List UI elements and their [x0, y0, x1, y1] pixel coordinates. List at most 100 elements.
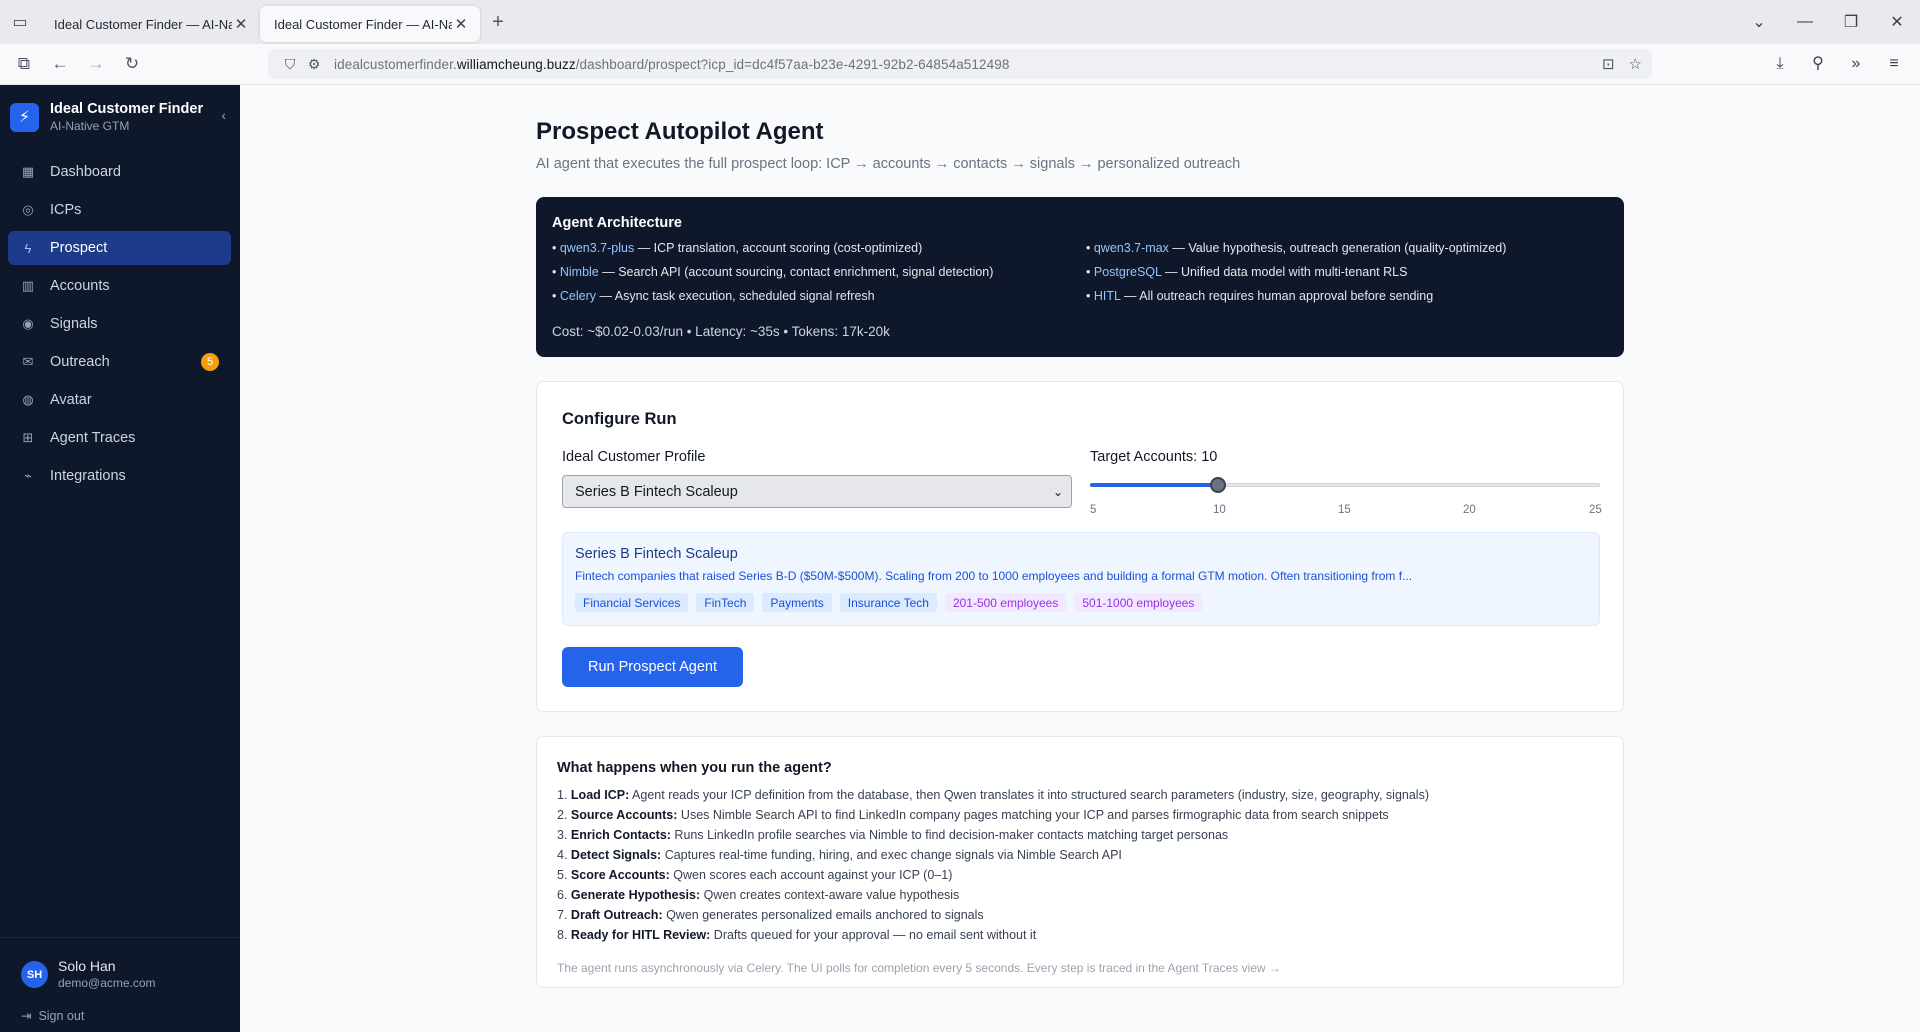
slider-tick: 25: [1589, 504, 1602, 516]
sidebar-menu: ▦ Dashboard ◎ ICPs ϟ Prospect ▥ Accounts…: [8, 155, 231, 497]
browser-tab-bar: ▭ Ideal Customer Finder — AI-Native GTM …: [0, 0, 1920, 44]
sign-out-label: Sign out: [38, 1009, 85, 1023]
plug-icon: ⌁: [24, 468, 32, 483]
agent-architecture-panel: Agent Architecture • qwen3.7-plus — ICP …: [536, 197, 1624, 357]
building-icon: ▥: [21, 278, 35, 293]
list-item: 1. Load ICP: Agent reads your ICP defini…: [557, 788, 1429, 802]
architecture-item: • PostgreSQL — Unified data model with m…: [1086, 265, 1408, 279]
tab-title: Ideal Customer Finder — AI-Native GTM: [274, 16, 452, 32]
window-controls: ⌄ — ❐ ✕: [1736, 0, 1920, 44]
minimize-icon[interactable]: —: [1782, 13, 1828, 31]
target-accounts-label: Target Accounts: 10: [1090, 449, 1218, 465]
tab-overflow-chevron-icon[interactable]: ⌄: [1736, 12, 1782, 32]
company-size-tag: 201-500 employees: [944, 593, 1067, 612]
user-circle-icon: ◍: [22, 392, 34, 407]
maximize-icon[interactable]: ❐: [1828, 12, 1874, 32]
close-window-icon[interactable]: ✕: [1874, 12, 1920, 32]
industry-tag: Financial Services: [575, 593, 689, 612]
brand[interactable]: ⚡ Ideal Customer Finder AI-Native GTM ‹: [10, 97, 230, 137]
reader-mode-icon[interactable]: ⊡: [1602, 55, 1615, 73]
icp-summary-card: Series B Fintech Scaleup Fintech compani…: [562, 532, 1600, 626]
grid-icon: ▦: [21, 164, 35, 179]
how-it-works-card: What happens when you run the agent? 1. …: [536, 736, 1624, 988]
site-info-icon[interactable]: ⚙: [302, 56, 326, 73]
bookmark-star-icon[interactable]: ☆: [1629, 55, 1642, 73]
url-text: idealcustomerfinder.williamcheung.buzz/d…: [334, 56, 1010, 72]
sidebar-item-label: Accounts: [50, 278, 110, 294]
collapse-chevron-icon[interactable]: ‹: [221, 107, 226, 123]
architecture-item: • qwen3.7-max — Value hypothesis, outrea…: [1086, 241, 1507, 255]
how-it-works-note[interactable]: The agent runs asynchronously via Celery…: [557, 961, 1281, 975]
forward-icon[interactable]: →: [78, 48, 114, 80]
url-bar[interactable]: ⛉ ⚙ idealcustomerfinder.williamcheung.bu…: [268, 49, 1652, 79]
sidebar-item-label: Signals: [50, 316, 98, 332]
browser-tab-active[interactable]: Ideal Customer Finder — AI-Native GTM ✕: [260, 6, 480, 42]
list-item: 5. Score Accounts: Qwen scores each acco…: [557, 868, 953, 882]
icp-select-label: Ideal Customer Profile: [562, 449, 706, 465]
industry-tag: Payments: [762, 593, 832, 612]
sidebar-toggle-icon[interactable]: ⧉: [6, 48, 42, 80]
page-subtitle: AI agent that executes the full prospect…: [536, 156, 1241, 172]
sidebar-item-signals[interactable]: ◉ Signals: [8, 307, 231, 341]
list-item: 7. Draft Outreach: Qwen generates person…: [557, 908, 984, 922]
configure-run-title: Configure Run: [562, 410, 677, 428]
radio-icon: ◉: [22, 316, 34, 331]
sidebar-item-accounts[interactable]: ▥ Accounts: [8, 269, 231, 303]
sign-out-icon: ⇥: [21, 1009, 32, 1023]
architecture-item: • Celery — Async task execution, schedul…: [552, 289, 875, 303]
bolt-logo-icon: ⚡: [10, 102, 39, 132]
sidebar-item-agent-traces[interactable]: ⊞ Agent Traces: [8, 421, 231, 455]
menu-icon[interactable]: ≡: [1880, 49, 1908, 79]
sidebar-item-label: Outreach: [50, 354, 110, 370]
sidebar-item-outreach[interactable]: ✉ Outreach 5: [8, 345, 231, 379]
sidebar-item-avatar[interactable]: ◍ Avatar: [8, 383, 231, 417]
new-tab-icon[interactable]: +: [480, 11, 516, 34]
bolt-icon: ϟ: [24, 240, 32, 256]
downloads-icon[interactable]: ⤓: [1766, 49, 1794, 79]
outreach-count-badge: 5: [201, 353, 219, 371]
app-sidebar: ⚡ Ideal Customer Finder AI-Native GTM ‹ …: [0, 85, 240, 1032]
sidebar-item-dashboard[interactable]: ▦ Dashboard: [8, 155, 231, 189]
list-item: 6. Generate Hypothesis: Qwen creates con…: [557, 888, 960, 902]
mail-icon: ✉: [22, 354, 34, 369]
sidebar-item-label: Dashboard: [50, 164, 121, 180]
overflow-chevrons-icon[interactable]: »: [1842, 49, 1870, 79]
icp-summary-description: Fintech companies that raised Series B-D…: [575, 569, 1413, 583]
architecture-list: • qwen3.7-plus — ICP translation, accoun…: [552, 241, 1612, 303]
architecture-cost-line: Cost: ~$0.02-0.03/run • Latency: ~35s • …: [552, 324, 890, 339]
tab-list-icon[interactable]: ▭: [0, 0, 40, 44]
sidebar-item-label: Agent Traces: [50, 430, 136, 446]
run-prospect-agent-button[interactable]: Run Prospect Agent: [562, 647, 743, 687]
browser-tab[interactable]: Ideal Customer Finder — AI-Native GTM ✕: [40, 6, 260, 42]
browser-nav-bar: ⧉ ← → ↻ ⛉ ⚙ idealcustomerfinder.williamc…: [0, 44, 1920, 85]
shield-icon[interactable]: ⛉: [278, 56, 302, 73]
sign-out-link[interactable]: ⇥ Sign out: [21, 1008, 84, 1023]
architecture-item: • qwen3.7-plus — ICP translation, accoun…: [552, 241, 923, 255]
slider-tick: 10: [1213, 504, 1226, 516]
user-name: Solo Han: [58, 958, 116, 974]
avatar[interactable]: SH: [21, 961, 48, 988]
tab-title: Ideal Customer Finder — AI-Native GTM: [54, 16, 232, 32]
slider-tick: 15: [1338, 504, 1351, 516]
back-icon[interactable]: ←: [42, 48, 78, 80]
tab-close-icon[interactable]: ✕: [452, 15, 470, 33]
slider-tick: 20: [1463, 504, 1476, 516]
how-it-works-steps: 1. Load ICP: Agent reads your ICP defini…: [557, 785, 1429, 945]
how-it-works-title: What happens when you run the agent?: [557, 760, 832, 776]
sidebar-item-label: Integrations: [50, 468, 126, 484]
sidebar-item-prospect[interactable]: ϟ Prospect: [8, 231, 231, 265]
architecture-title: Agent Architecture: [552, 215, 682, 231]
architecture-item: • HITL — All outreach requires human app…: [1086, 289, 1434, 303]
reload-icon[interactable]: ↻: [114, 48, 150, 80]
sidebar-item-integrations[interactable]: ⌁ Integrations: [8, 459, 231, 493]
user-email: demo@acme.com: [58, 976, 156, 990]
tab-close-icon[interactable]: ✕: [232, 15, 250, 33]
target-accounts-slider-fill: [1090, 483, 1218, 487]
configure-run-card: Configure Run Ideal Customer Profile Ser…: [536, 381, 1624, 712]
icp-select[interactable]: Series B Fintech Scaleup ⌄: [562, 475, 1072, 508]
extensions-icon[interactable]: ⚲: [1804, 49, 1832, 79]
trace-icon: ⊞: [22, 430, 34, 445]
target-accounts-slider-thumb[interactable]: [1209, 477, 1226, 493]
sidebar-item-icps[interactable]: ◎ ICPs: [8, 193, 231, 227]
architecture-item: • Nimble — Search API (account sourcing,…: [552, 265, 994, 279]
